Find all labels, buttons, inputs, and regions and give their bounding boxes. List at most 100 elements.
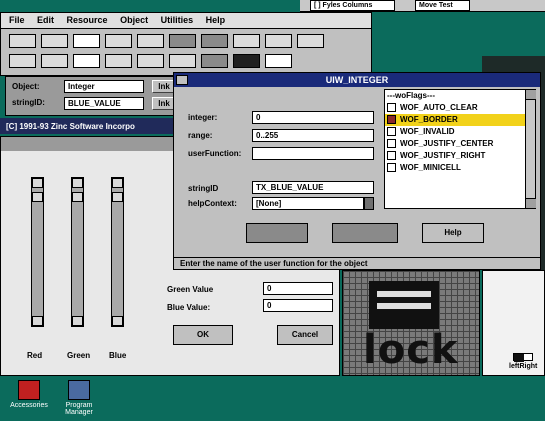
leftright-panel: leftRight [482, 270, 545, 376]
menu-utilities[interactable]: Utilities [161, 15, 194, 25]
top-button-2[interactable]: Move Test [415, 0, 470, 11]
red-slider-bottom-arrow-icon[interactable] [32, 316, 43, 326]
integer-dialog-titlebar: UIW_INTEGER [174, 73, 540, 87]
menu-file[interactable]: File [9, 15, 25, 25]
tool-matrix-icon[interactable] [265, 34, 292, 48]
flag-checkbox[interactable] [387, 163, 396, 173]
dialog-status-text: Enter the name of the user function for … [180, 259, 368, 268]
flag-item[interactable]: WOF_JUSTIFY_CENTER [385, 138, 535, 150]
desktop-icon-program-manager[interactable]: Program Manager [56, 378, 102, 420]
string-label: stringID: [12, 98, 45, 107]
menu-resource[interactable]: Resource [67, 15, 108, 25]
blue-slider[interactable] [111, 177, 124, 327]
tool-list-icon[interactable] [137, 34, 164, 48]
green-slider[interactable] [71, 177, 84, 327]
dialog-system-menu-icon[interactable] [176, 75, 188, 85]
menu-help[interactable]: Help [206, 15, 226, 25]
tool-bitmap-icon[interactable] [265, 54, 292, 68]
flag-item[interactable]: WOF_MINICELL [385, 162, 535, 174]
flag-item[interactable]: WOF_AUTO_CLEAR [385, 102, 535, 114]
program-manager-icon [68, 380, 90, 400]
green-slider-thumb[interactable] [72, 192, 83, 202]
menu-object[interactable]: Object [120, 15, 148, 25]
tool-text-icon[interactable] [73, 34, 100, 48]
tool-border-icon[interactable] [137, 54, 164, 68]
top-strip: [ ] Fyles Columns Move Test [300, 0, 545, 12]
flag-item[interactable]: WOF_INVALID [385, 126, 535, 138]
tool-button-icon[interactable] [41, 34, 68, 48]
helpcontext-field[interactable]: [None] [252, 197, 364, 210]
copyright-text: [C] 1991-93 Zinc Software Incorpo [6, 122, 135, 131]
flag-checkbox[interactable] [387, 103, 396, 113]
object-field[interactable]: Integer [64, 80, 144, 93]
flags-scrollbar[interactable] [525, 90, 536, 208]
dialog-ok-button[interactable] [246, 223, 308, 243]
flag-checkbox[interactable] [387, 127, 396, 137]
designer-window: File Edit Resource Object Utilities Help [0, 12, 372, 76]
red-slider[interactable] [31, 177, 44, 327]
blue-label: Blue [109, 351, 127, 360]
blue-slider-top-arrow-icon[interactable] [112, 178, 123, 188]
string-field[interactable]: BLUE_VALUE [64, 97, 144, 110]
woflags-header: ---woFlags--- [387, 91, 435, 100]
flag-item-selected[interactable]: WOF_BORDER [385, 114, 535, 126]
green-slider-bottom-arrow-icon[interactable] [72, 316, 83, 326]
helpcontext-dropdown-icon[interactable] [364, 197, 374, 210]
userfunction-field[interactable] [252, 147, 374, 160]
tool-time-icon[interactable] [73, 54, 100, 68]
flags-scroll-up-icon[interactable] [526, 90, 536, 100]
cancel-button[interactable]: Cancel [277, 325, 333, 345]
red-slider-thumb[interactable] [32, 192, 43, 202]
userfunction-label: userFunction: [188, 149, 242, 158]
flag-checkbox[interactable] [387, 139, 396, 149]
blue-value-field[interactable]: 0 [263, 299, 333, 312]
tool-popup-icon[interactable] [233, 54, 260, 68]
tool-string-icon[interactable] [105, 34, 132, 48]
tool-group-icon[interactable] [233, 34, 260, 48]
top-button-1[interactable]: [ ] Fyles Columns [310, 0, 395, 11]
tool-combo-icon[interactable] [201, 34, 228, 48]
red-slider-top-arrow-icon[interactable] [32, 178, 43, 188]
flag-item-label: WOF_MINICELL [400, 163, 461, 172]
flag-item-label: WOF_INVALID [400, 127, 455, 136]
stringid-field[interactable]: TX_BLUE_VALUE [252, 181, 374, 194]
green-value-field[interactable]: 0 [263, 282, 333, 295]
dialog-cancel-button[interactable] [332, 223, 398, 243]
flags-scroll-down-icon[interactable] [526, 198, 536, 208]
green-label: Green [67, 351, 91, 360]
leftright-toggle[interactable] [513, 353, 533, 362]
tool-bignum-icon[interactable] [105, 54, 132, 68]
flag-item[interactable]: WOF_JUSTIFY_RIGHT [385, 150, 535, 162]
tool-date-icon[interactable] [41, 54, 68, 68]
accessories-label: Accessories [10, 402, 48, 409]
bitmap-lock-text: lock [363, 327, 459, 373]
green-slider-top-arrow-icon[interactable] [72, 178, 83, 188]
tool-integer-icon[interactable] [9, 54, 36, 68]
flag-checkbox[interactable] [387, 151, 396, 161]
tool-scroll-icon[interactable] [169, 34, 196, 48]
flag-item-label: WOF_JUSTIFY_CENTER [400, 139, 494, 148]
ok-button[interactable]: OK [173, 325, 233, 345]
integer-dialog: UIW_INTEGER integer: 0 range: 0..255 use… [173, 72, 541, 270]
blue-value-label: Blue Value: [167, 303, 211, 312]
toolbar-row-2 [9, 54, 359, 70]
object-label: Object: [12, 82, 40, 91]
integer-field[interactable]: 0 [252, 111, 374, 124]
menu-bar: File Edit Resource Object Utilities Help [1, 13, 371, 29]
menu-edit[interactable]: Edit [37, 15, 54, 25]
tool-pulldown-icon[interactable] [201, 54, 228, 68]
tool-window-icon[interactable] [9, 34, 36, 48]
range-field[interactable]: 0..255 [252, 129, 374, 142]
flag-checkbox-checked[interactable] [387, 115, 396, 125]
bitmap-editor[interactable]: lock [342, 270, 480, 376]
helpcontext-label: helpContext: [188, 199, 237, 208]
blue-slider-thumb[interactable] [112, 192, 123, 202]
tool-prompt-icon[interactable] [169, 54, 196, 68]
blue-slider-bottom-arrow-icon[interactable] [112, 316, 123, 326]
desktop-icon-accessories[interactable]: Accessories [6, 378, 52, 420]
dialog-help-button[interactable]: Help [422, 223, 484, 243]
menu-items: File Edit Resource Object Utilities Help [9, 15, 235, 25]
integer-label: integer: [188, 113, 218, 122]
tool-icon-icon[interactable] [297, 34, 324, 48]
toolbar-row-1 [9, 34, 359, 50]
